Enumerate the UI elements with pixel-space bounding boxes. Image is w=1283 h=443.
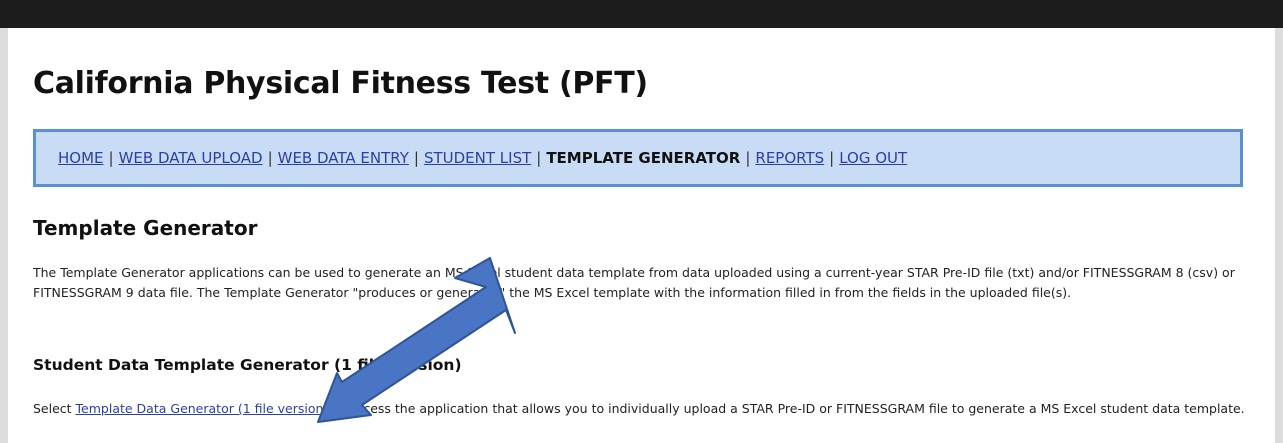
nav-item-log-out[interactable]: LOG OUT	[839, 149, 907, 167]
nav-item-reports[interactable]: REPORTS	[755, 149, 824, 167]
page-title: California Physical Fitness Test (PFT)	[33, 66, 648, 101]
section-description: The Template Generator applications can …	[33, 265, 1235, 300]
nav-item-template-generator: TEMPLATE GENERATOR	[546, 149, 741, 167]
nav-item-home[interactable]: HOME	[58, 149, 104, 167]
section-title: Template Generator	[33, 216, 258, 240]
nav-item-web-data-upload[interactable]: WEB DATA UPLOAD	[119, 149, 263, 167]
subsection-text-after: to access the application that allows yo…	[328, 401, 1245, 416]
nav-separator: |	[536, 149, 542, 167]
nav-separator: |	[745, 149, 751, 167]
nav-bar: HOME | WEB DATA UPLOAD | WEB DATA ENTRY …	[33, 129, 1243, 187]
subsection-text-before: Select	[33, 401, 76, 416]
nav-item-student-list[interactable]: STUDENT LIST	[424, 149, 531, 167]
subsection-title: Student Data Template Generator (1 file …	[33, 356, 462, 374]
nav-item-web-data-entry[interactable]: WEB DATA ENTRY	[278, 149, 409, 167]
nav-separator: |	[108, 149, 114, 167]
nav-separator: |	[829, 149, 835, 167]
window-top-bar	[0, 0, 1283, 28]
template-data-generator-link[interactable]: Template Data Generator (1 file version)	[76, 401, 329, 416]
nav-separator: |	[267, 149, 273, 167]
subsection-text: Select Template Data Generator (1 file v…	[33, 398, 1248, 419]
nav-separator: |	[413, 149, 419, 167]
